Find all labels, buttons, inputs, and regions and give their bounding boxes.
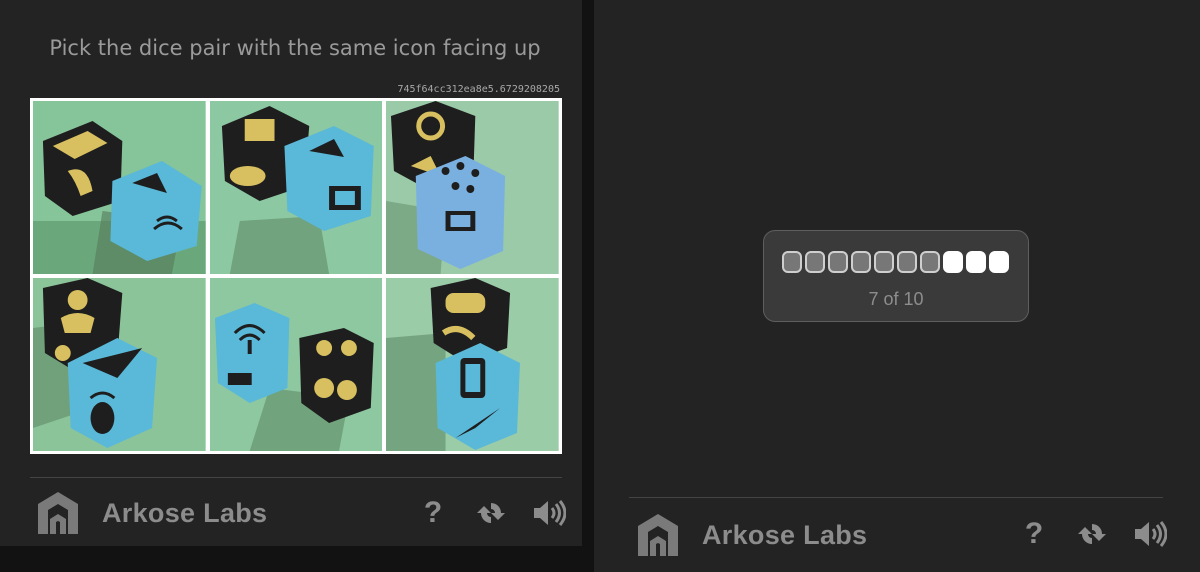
progress-dot <box>920 251 940 273</box>
image-tile-4[interactable] <box>33 278 206 451</box>
refresh-button[interactable] <box>473 495 509 531</box>
progress-dot <box>874 251 894 273</box>
brand-name: Arkose Labs <box>102 497 268 528</box>
refresh-icon <box>477 503 505 523</box>
progress-dot <box>828 251 848 273</box>
footer-right: Arkose Labs <box>636 512 867 558</box>
image-tile-5[interactable] <box>209 278 383 451</box>
arkose-logo-icon <box>38 492 78 534</box>
footer-divider <box>30 477 562 478</box>
challenge-prompt: Pick the dice pair with the same icon fa… <box>49 36 541 60</box>
footer-tools: ? <box>1016 516 1168 552</box>
progress-dots <box>782 251 1009 273</box>
brand: Arkose Labs <box>36 490 267 536</box>
progress-panel: 7 of 10 Arkose Labs ? <box>594 0 1200 572</box>
refresh-icon <box>1078 524 1106 544</box>
image-tile-2[interactable] <box>209 101 383 274</box>
brand-name: Arkose Labs <box>702 519 868 550</box>
challenge-panel: Pick the dice pair with the same icon fa… <box>0 0 582 546</box>
progress-dot <box>966 251 986 273</box>
progress-dot <box>805 251 825 273</box>
progress-dot <box>989 251 1009 273</box>
audio-button[interactable] <box>1132 516 1168 552</box>
session-id: 745f64cc312ea8e5.6729208205 <box>397 84 560 95</box>
image-tile-3[interactable] <box>386 101 559 274</box>
progress-text: 7 of 10 <box>868 289 924 309</box>
help-button[interactable]: ? <box>1016 516 1052 552</box>
image-tile-1[interactable] <box>33 101 206 274</box>
progress-dot <box>782 251 802 273</box>
refresh-button[interactable] <box>1074 516 1110 552</box>
footer-divider <box>629 497 1163 498</box>
brand: Arkose Labs <box>636 512 867 558</box>
audio-icon <box>534 500 566 526</box>
progress-dot <box>943 251 963 273</box>
progress-dot <box>897 251 917 273</box>
image-tile-6[interactable] <box>386 278 559 451</box>
audio-button[interactable] <box>531 495 567 531</box>
arkose-logo-icon <box>638 514 678 556</box>
image-grid <box>30 98 562 454</box>
progress-dot <box>851 251 871 273</box>
footer-left: Arkose Labs <box>36 490 267 536</box>
progress-card: 7 of 10 <box>763 230 1029 322</box>
help-button[interactable]: ? <box>415 495 451 531</box>
footer-tools: ? <box>415 495 567 531</box>
audio-icon <box>1135 521 1167 547</box>
